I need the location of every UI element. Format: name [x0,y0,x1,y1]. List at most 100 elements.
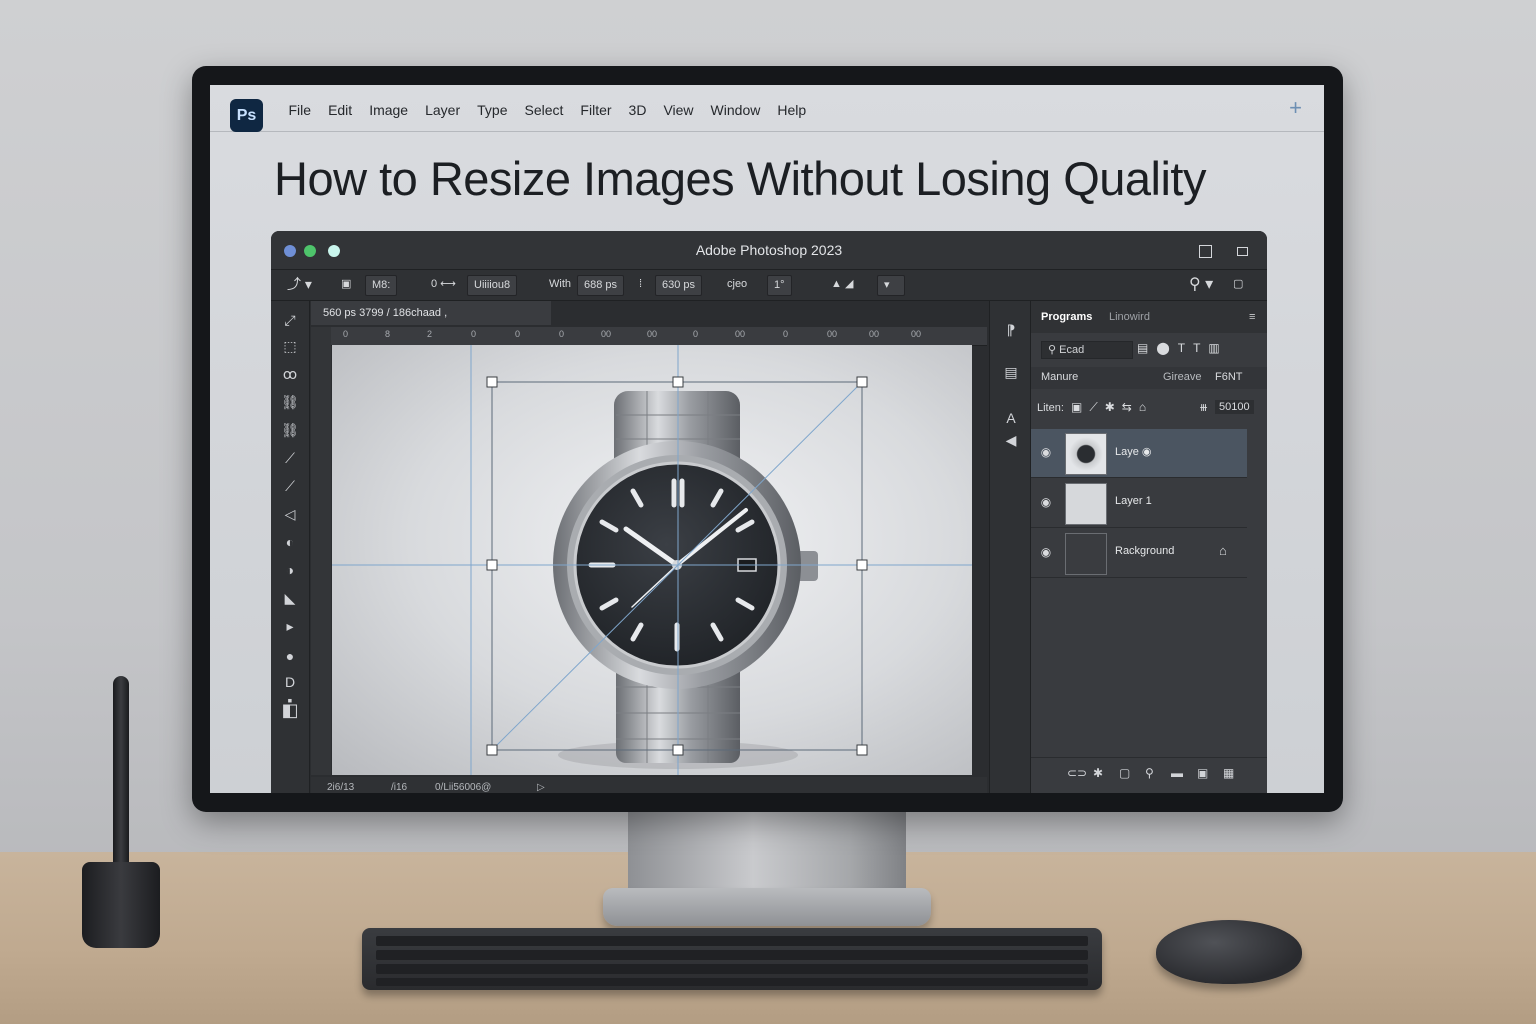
opacity-icon: ⧻ [1199,402,1209,414]
menu-filter[interactable]: Filter [572,100,620,120]
layer-filter-icons[interactable]: ▤⬤TT▥ [1137,341,1228,355]
preset-icon[interactable]: ▣ [341,275,351,294]
restore-icon[interactable] [1237,247,1248,256]
new-layer-icon[interactable]: ▣ [1197,766,1208,780]
link-icon[interactable]: 0 ⟷ [431,275,456,294]
menu-3d[interactable]: 3D [620,100,655,120]
link-layers-icon[interactable]: ⊂⊃ [1067,766,1087,780]
path-tool-icon[interactable]: ▸ [281,617,299,635]
eye-icon[interactable]: ◉ [1039,445,1053,459]
marquee-tool-icon[interactable]: ⬚ [281,337,299,355]
ruler-tick: 00 [601,329,612,339]
mask-icon[interactable]: ▢ [1119,766,1130,780]
maximize-icon[interactable] [1199,245,1212,258]
character-icon[interactable]: A [1002,409,1020,427]
stamp-tool-icon[interactable]: ◁ [281,505,299,523]
menu-select[interactable]: Select [516,100,572,120]
eyedropper-tool-icon[interactable]: ⟋ [281,449,299,467]
move-tool-icon[interactable]: ⤢ [281,311,299,329]
eraser-tool-icon[interactable]: ◐ [281,533,299,551]
menu-window[interactable]: Window [702,100,769,120]
chain-icon[interactable]: ⁞ [639,275,642,294]
options-dropdown[interactable]: ▾ [877,275,905,296]
angle-field[interactable]: 1° [767,275,792,296]
blur-tool-icon[interactable]: ◣ [281,589,299,607]
eye-icon[interactable]: ◉ [1039,495,1053,509]
menu-type[interactable]: Type [469,100,516,120]
photoshop-logo[interactable]: Ps [230,99,263,132]
color-swatch-icon[interactable]: ◧ [281,701,299,719]
zoom-tool-icon[interactable]: D ▪ [281,673,299,708]
group-icon[interactable]: ▬ [1171,766,1183,780]
menu-help[interactable]: Help [769,100,815,120]
search-icon[interactable]: ⚲ ▾ [1189,275,1213,294]
options-bar: ⤴ ▾ ▣ M8: 0 ⟷ Uiiiiou8 With 688 ps ⁞ 630… [271,269,1267,301]
ruler-tick: 00 [735,329,746,339]
audio-icon[interactable]: ◀ [1002,431,1020,449]
document-tab[interactable]: 560 ps 3799 / 186chaad , [311,301,551,325]
adjustment-icon[interactable]: ⚲ [1145,766,1154,780]
height-field[interactable]: 630 ps [655,275,703,296]
tools-panel: ⤢ ⬚ ꝏ ⛓ ⛓ ⟋ ⟋ ◁ ◐ ◑ ◣ ▸ ● D ▪ ◧ [271,301,310,793]
status-arrow-icon[interactable]: ▷ [537,777,545,793]
menu-edit[interactable]: Edit [320,100,361,120]
layer-row-selected[interactable]: ◉ Laye ◉ [1031,429,1247,478]
ruler-tick: 00 [869,329,880,339]
crop-tool-icon[interactable]: ⛓ [281,421,299,439]
eye-icon[interactable]: ◉ [1039,545,1053,559]
mode-select[interactable]: Uiiiiou8 [467,275,518,296]
menu-layer[interactable]: Layer [417,100,469,120]
watch-image [332,345,972,775]
layer-thumbnail [1065,533,1107,575]
ruler-tick: 00 [911,329,922,339]
brush-tool-icon[interactable]: ⟋ [281,477,299,495]
hand-tool-icon[interactable]: ● [281,647,299,665]
properties-icon[interactable]: ▤ [1002,363,1020,381]
tab-programs[interactable]: Programs [1041,311,1092,323]
preset-select[interactable]: M8: [365,275,398,296]
ruler-tick: 0 [471,329,477,339]
layer-row[interactable]: ◉ Layer 1 [1031,479,1247,528]
layer-search-field[interactable]: ⚲ Ecad [1041,341,1133,359]
layers-footer: ⊂⊃ ✱ ▢ ⚲ ▬ ▣ ▦ [1031,757,1267,788]
quick-select-tool-icon[interactable]: ⛓ [281,393,299,411]
horizontal-ruler: 0 8 2 0 0 0 00 00 0 00 0 00 00 00 [331,327,987,346]
layer-thumbnail [1065,433,1107,475]
plus-icon[interactable]: + [1289,95,1302,121]
layer-row-background[interactable]: ◉ Rackground ⌂ [1031,529,1247,578]
document-canvas[interactable] [332,345,972,775]
workspace-icon[interactable]: ▢ [1233,275,1243,294]
blend-mode-select[interactable]: Manure [1041,371,1078,383]
tab-linowird[interactable]: Linowird [1109,311,1150,323]
fx-icon[interactable]: ✱ [1093,766,1103,780]
width-field[interactable]: 688 ps [577,275,625,296]
layer-name: Laye ◉ [1115,446,1152,458]
ruler-tick: 00 [647,329,658,339]
gradient-tool-icon[interactable]: ◑ [281,561,299,579]
lasso-tool-icon[interactable]: ꝏ [281,365,299,383]
delete-layer-icon[interactable]: ▦ [1223,766,1234,780]
panel-menu-icon[interactable]: ≡ [1249,311,1255,323]
window-title: Adobe Photoshop 2023 [695,242,843,258]
pen-holder [82,862,160,948]
ruler-tick: 0 [783,329,789,339]
menu-file[interactable]: File [280,100,320,120]
mouse [1156,920,1302,984]
stylus-pen [113,676,129,876]
angle-label: cjeo [727,278,748,290]
zoom-level[interactable]: 2i6/13 [327,777,354,793]
warp-icon[interactable]: ▲ ◢ [831,275,853,294]
opacity-field[interactable]: 50100 [1215,400,1254,414]
status-doc-info: 0/Lii56006@ [435,782,492,793]
lock-icon[interactable]: ⌂ [1219,543,1227,558]
paragraph-icon[interactable]: ⁋ [1002,321,1020,339]
fill-value[interactable]: F6NT [1215,371,1243,383]
menu-image[interactable]: Image [361,100,417,120]
move-tool-icon[interactable]: ⤴ ▾ [287,275,312,294]
menu-view[interactable]: View [655,100,702,120]
ruler-tick: 2 [427,329,433,339]
lock-icons[interactable]: ▣⟋✱⇆⌂ [1071,400,1153,415]
window-titlebar: Adobe Photoshop 2023 [271,231,1267,269]
layers-panel: Programs Linowird ≡ ⚲ Ecad ▤⬤TT▥ Manure … [1031,301,1267,793]
app-menu-bar: Ps File Edit Image Layer Type Select Fil… [210,85,1324,132]
